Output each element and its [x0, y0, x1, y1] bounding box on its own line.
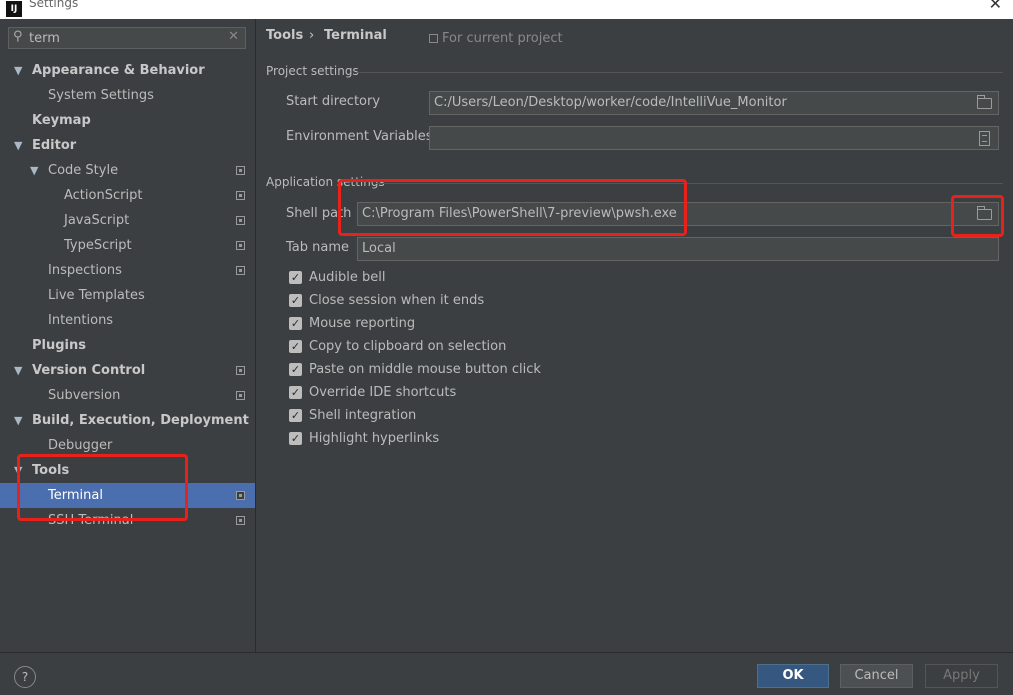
tree-label: Build, Execution, Deployment [32, 413, 249, 428]
start-directory-field[interactable]: C:/Users/Leon/Desktop/worker/code/Intell… [429, 91, 999, 115]
tree-label: System Settings [48, 88, 154, 103]
tree-item-version-control[interactable]: ▼ Version Control [0, 358, 255, 383]
project-scope-icon [236, 216, 245, 225]
tree-label: Inspections [48, 263, 122, 278]
start-directory-label: Start directory [286, 94, 381, 109]
tree-label: Subversion [48, 388, 121, 403]
tree-label: Version Control [32, 363, 146, 378]
tree-label: Code Style [48, 163, 119, 178]
environment-variables-label: Environment Variables [286, 129, 433, 144]
apply-button[interactable]: Apply [925, 664, 998, 688]
checkbox-label: Mouse reporting [309, 316, 416, 331]
annotation-box-terminal [17, 454, 188, 521]
tree-item-build-execution-deployment[interactable]: ▼ Build, Execution, Deployment [0, 408, 255, 433]
checkbox-checked-icon[interactable]: ✓ [289, 271, 302, 284]
project-scope-icon [236, 266, 245, 275]
checkbox-checked-icon[interactable]: ✓ [289, 363, 302, 376]
clear-search-icon[interactable]: ✕ [228, 29, 239, 44]
tree-item-inspections[interactable]: Inspections [0, 258, 255, 283]
close-icon[interactable]: ✕ [989, 0, 1002, 13]
project-scope-icon [236, 166, 245, 175]
tab-name-label: Tab name [286, 240, 350, 255]
start-directory-value: C:/Users/Leon/Desktop/worker/code/Intell… [434, 95, 787, 110]
tree-label: Appearance & Behavior [32, 63, 205, 78]
tree-label: Live Templates [48, 288, 145, 303]
tree-item-live-templates[interactable]: Live Templates [0, 283, 255, 308]
tab-name-field[interactable]: Local [357, 237, 999, 261]
project-scope-icon [236, 516, 245, 525]
cancel-button[interactable]: Cancel [840, 664, 913, 688]
tree-item-typescript[interactable]: TypeScript [0, 233, 255, 258]
project-settings-header: Project settings [266, 64, 359, 78]
tree-item-javascript[interactable]: JavaScript [0, 208, 255, 233]
project-scope-icon [236, 191, 245, 200]
project-scope-icon [429, 34, 438, 43]
search-box[interactable]: ⚲ ✕ [8, 27, 246, 49]
checkbox-label: Audible bell [309, 270, 386, 285]
intellij-app-icon: IJ [6, 1, 22, 17]
folder-icon[interactable] [977, 95, 992, 109]
settings-content: Tools › Terminal For current project Pro… [256, 19, 1013, 652]
search-icon: ⚲ [13, 29, 23, 44]
tree-item-code-style[interactable]: ▼ Code Style [0, 158, 255, 183]
checkbox-label: Shell integration [309, 408, 417, 423]
help-icon[interactable]: ? [14, 666, 36, 688]
settings-sidebar: ⚲ ✕ ▼ Appearance & Behavior System Setti… [0, 19, 256, 652]
checkbox-label: Override IDE shortcuts [309, 385, 457, 400]
tree-label: TypeScript [64, 238, 132, 253]
tree-item-editor[interactable]: ▼ Editor [0, 133, 255, 158]
expand-arrow-icon[interactable]: ▼ [14, 133, 22, 158]
tree-item-subversion[interactable]: Subversion [0, 383, 255, 408]
checkbox-checked-icon[interactable]: ✓ [289, 386, 302, 399]
tree-label: Plugins [32, 338, 86, 353]
checkbox-checked-icon[interactable]: ✓ [289, 409, 302, 422]
project-scope-icon [236, 241, 245, 250]
checkbox-label: Close session when it ends [309, 293, 485, 308]
ok-button[interactable]: OK [757, 664, 829, 688]
checkbox-label: Paste on middle mouse button click [309, 362, 541, 377]
annotation-box-shell-path [338, 179, 687, 236]
checkbox-label: Copy to clipboard on selection [309, 339, 507, 354]
project-scope-icon [236, 391, 245, 400]
breadcrumb-scope: For current project [442, 31, 563, 46]
dialog-footer: ? OK Cancel Apply [0, 652, 1013, 695]
checkbox-checked-icon[interactable]: ✓ [289, 432, 302, 445]
breadcrumb-current: Terminal [324, 28, 387, 43]
tree-label: Editor [32, 138, 77, 153]
breadcrumb-separator: › [309, 28, 315, 43]
expand-arrow-icon[interactable]: ▼ [30, 158, 38, 183]
checkbox-checked-icon[interactable]: ✓ [289, 340, 302, 353]
checkbox-checked-icon[interactable]: ✓ [289, 317, 302, 330]
tree-item-system-settings[interactable]: System Settings [0, 83, 255, 108]
tree-item-keymap[interactable]: Keymap [0, 108, 255, 133]
tree-item-actionscript[interactable]: ActionScript [0, 183, 255, 208]
edit-document-icon[interactable] [979, 131, 990, 146]
tab-name-value: Local [362, 241, 396, 256]
search-input[interactable] [29, 29, 229, 47]
tree-label: ActionScript [64, 188, 143, 203]
tree-label: Keymap [32, 113, 91, 128]
divider [357, 72, 1003, 73]
breadcrumb-parent: Tools [266, 28, 304, 43]
tree-item-plugins[interactable]: Plugins [0, 333, 255, 358]
expand-arrow-icon[interactable]: ▼ [14, 58, 22, 83]
checkbox-label: Highlight hyperlinks [309, 431, 440, 446]
expand-arrow-icon[interactable]: ▼ [14, 408, 22, 433]
title-bar: IJ Settings ✕ [0, 0, 1013, 19]
project-scope-icon [236, 366, 245, 375]
project-scope-icon [236, 491, 245, 500]
environment-variables-field[interactable] [429, 126, 999, 150]
window-title: Settings [29, 0, 79, 10]
tree-label: JavaScript [64, 213, 130, 228]
expand-arrow-icon[interactable]: ▼ [14, 358, 22, 383]
tree-item-intentions[interactable]: Intentions [0, 308, 255, 333]
checkbox-checked-icon[interactable]: ✓ [289, 294, 302, 307]
annotation-box-folder-button [951, 195, 1004, 237]
tree-label: Intentions [48, 313, 114, 328]
tree-item-appearance-behavior[interactable]: ▼ Appearance & Behavior [0, 58, 255, 83]
